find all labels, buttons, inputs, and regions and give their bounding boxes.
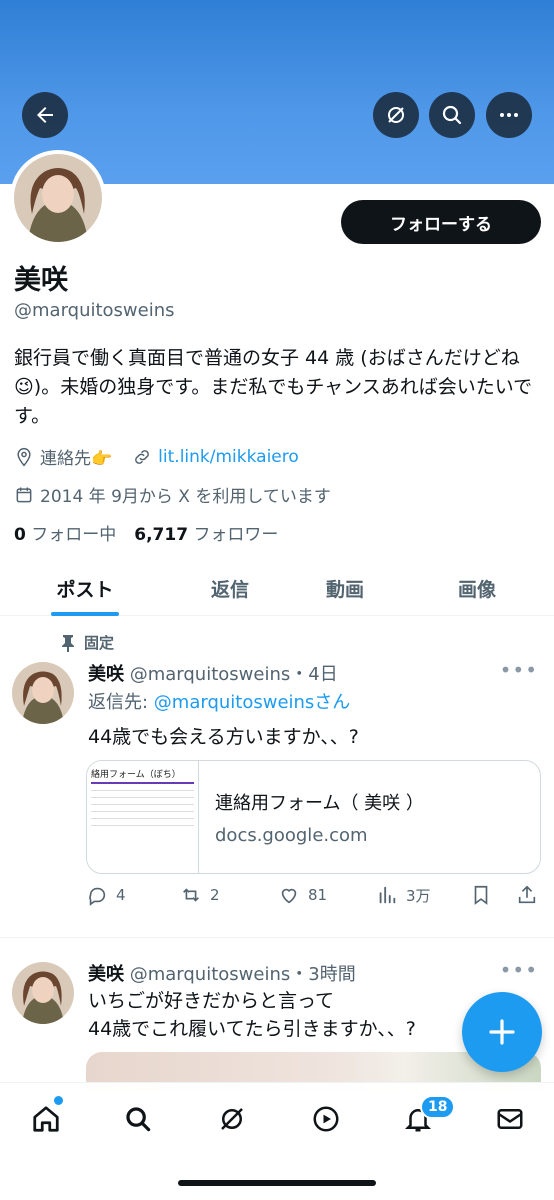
more-button[interactable] (486, 92, 532, 138)
tab-videos[interactable]: 動画 (290, 560, 400, 616)
post-more-icon[interactable]: ••• (500, 958, 538, 982)
pinned-label: 固定 (60, 632, 114, 653)
profile-link[interactable]: lit.link/mikkaiero (158, 447, 299, 467)
card-thumbnail: 絡用フォーム（ぼち） (87, 761, 199, 873)
arrow-left-icon (37, 107, 53, 123)
profile-tabs: ポスト 返信 動画 画像 (0, 560, 554, 616)
grok-icon (221, 1108, 243, 1130)
post-header: 美咲 @marquitosweins・4日 (88, 660, 338, 686)
compose-button[interactable] (462, 992, 542, 1072)
reply-button[interactable]: 4 (86, 884, 126, 906)
more-icon (500, 113, 518, 117)
post-handle-time: @marquitosweins・3時間 (129, 964, 356, 985)
post-text: 44歳でも会える方いますか、、? (88, 726, 359, 748)
avatar-image (14, 154, 102, 242)
avatar-image (12, 962, 74, 1024)
tab-replies[interactable]: 返信 (170, 560, 290, 616)
post-header: 美咲 @marquitosweins・3時間 (88, 960, 356, 986)
pin-icon (62, 634, 74, 652)
search-icon (442, 105, 462, 125)
following-stat[interactable]: 0 フォロー中 (14, 520, 116, 545)
home-indicator (178, 1180, 376, 1186)
follow-stats: 0 フォロー中 6,717 フォロワー (14, 520, 278, 545)
back-button[interactable] (22, 92, 68, 138)
repost-icon (183, 888, 199, 902)
post-author-name[interactable]: 美咲 (88, 664, 124, 685)
grok-icon (388, 107, 404, 123)
home-unread-dot (54, 1096, 63, 1105)
card-title: 連絡用フォーム（ 美咲 ） (215, 793, 424, 814)
video-icon (313, 1106, 339, 1132)
profile-avatar[interactable] (10, 150, 106, 246)
reply-to-line: 返信先: @marquitosweinsさん (88, 692, 351, 713)
share-icon (518, 885, 536, 904)
nav-video[interactable] (306, 1099, 346, 1139)
post-author-name[interactable]: 美咲 (88, 964, 124, 985)
link-icon (135, 449, 150, 464)
calendar-icon (16, 487, 32, 502)
joined-text: 2014 年 9月から X を利用しています (40, 487, 331, 507)
tab-posts[interactable]: ポスト (0, 560, 170, 616)
tab-images[interactable]: 画像 (400, 560, 554, 616)
nav-messages[interactable] (490, 1099, 530, 1139)
nav-grok[interactable] (212, 1099, 252, 1139)
repost-button[interactable]: 2 (180, 884, 220, 906)
views-icon (379, 886, 396, 904)
reply-to-handle[interactable]: @marquitosweinsさん (154, 692, 351, 713)
reply-icon (89, 887, 106, 906)
notification-badge: 18 (420, 1095, 456, 1119)
home-icon (33, 1106, 59, 1132)
link-card[interactable]: 絡用フォーム（ぼち） 連絡用フォーム（ 美咲 ） docs.google.com (86, 760, 541, 874)
post-handle-time: @marquitosweins・4日 (129, 664, 338, 685)
grok-button[interactable] (373, 92, 419, 138)
post-actions: 4 2 81 3万 (86, 884, 544, 914)
profile-handle: @marquitosweins (14, 300, 175, 321)
like-button[interactable]: 81 (278, 884, 327, 906)
search-icon (126, 1107, 151, 1132)
bookmark-icon (474, 885, 488, 905)
profile-bio: 銀行員で働く真面目で普通の女子 44 歳 (おばさんだけどね😉)。未婚の独身です… (14, 347, 533, 427)
avatar-image (12, 662, 74, 724)
post-text-line-1: いちごが好きだからと言って (88, 990, 335, 1012)
location-text: 連絡先👉 (40, 449, 113, 469)
post-divider (0, 937, 554, 938)
followers-stat[interactable]: 6,717 フォロワー (134, 520, 278, 545)
profile-name: 美咲 (14, 265, 68, 296)
heart-icon (281, 888, 297, 904)
share-button[interactable] (516, 884, 538, 906)
bookmark-button[interactable] (470, 884, 492, 906)
active-tab-indicator (51, 612, 119, 616)
post-avatar[interactable] (12, 962, 74, 1024)
nav-search[interactable] (118, 1099, 158, 1139)
views-button[interactable]: 3万 (376, 884, 431, 906)
location-icon (17, 447, 31, 466)
search-button[interactable] (429, 92, 475, 138)
card-url: docs.google.com (215, 825, 368, 846)
nav-home[interactable] (26, 1099, 66, 1139)
post-more-icon[interactable]: ••• (500, 658, 538, 682)
joined-row: 2014 年 9月から X を利用しています (14, 482, 331, 507)
plus-icon (489, 1019, 515, 1045)
messages-icon (497, 1109, 523, 1129)
post-avatar[interactable] (12, 662, 74, 724)
profile-meta-row: 連絡先👉 lit.link/mikkaiero (14, 444, 299, 469)
post-text-line-2: 44歳でこれ履いてたら引きますか、、? (88, 1018, 416, 1040)
follow-button[interactable]: フォローする (341, 200, 541, 244)
